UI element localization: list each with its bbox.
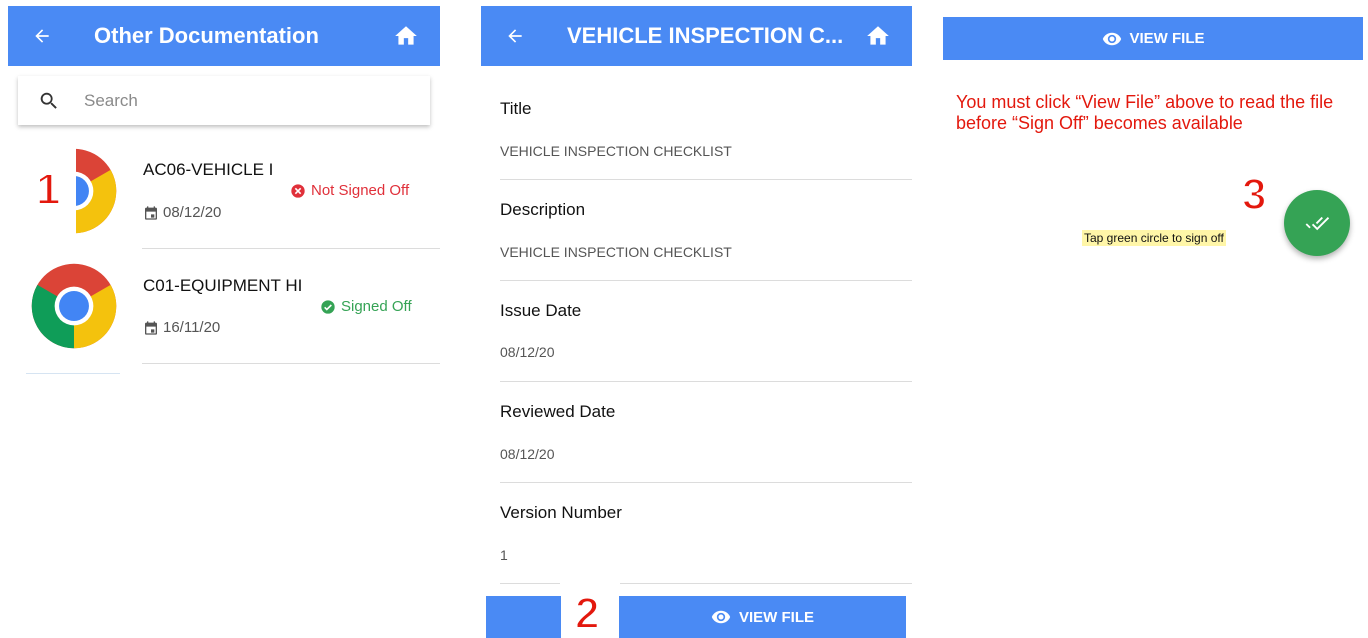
field-divider <box>500 280 912 281</box>
chrome-icon <box>31 263 117 349</box>
field-divider <box>500 482 912 483</box>
sign-off-hint: Tap green circle to sign off <box>1082 230 1226 246</box>
field-divider <box>500 381 912 382</box>
eye-icon <box>1102 32 1121 45</box>
home-button[interactable] <box>388 18 424 54</box>
sign-off-button[interactable] <box>1284 190 1350 256</box>
back-button[interactable] <box>24 18 60 54</box>
status-badge: Signed Off <box>320 298 412 315</box>
instruction-note: You must click “View File” above to read… <box>956 92 1344 133</box>
cancel-circle-icon <box>291 183 305 198</box>
field-value-reviewed-date: 08/12/20 <box>500 446 555 462</box>
document-date: 08/12/20 <box>143 204 221 221</box>
eye-icon <box>711 610 731 624</box>
row-divider-short <box>26 373 120 374</box>
back-button[interactable] <box>497 18 533 54</box>
document-date-text: 08/12/20 <box>163 204 222 221</box>
view-file-button[interactable]: VIEW FILE <box>619 596 906 638</box>
home-button[interactable] <box>860 18 896 54</box>
view-file-button[interactable]: VIEW FILE <box>943 17 1363 60</box>
field-value-issue-date: 08/12/20 <box>500 344 555 360</box>
view-file-label: VIEW FILE <box>739 608 814 626</box>
home-icon <box>395 26 417 45</box>
field-value-version-number: 1 <box>500 547 508 563</box>
field-value-description: VEHICLE INSPECTION CHECKLIST <box>500 244 732 260</box>
document-date: 16/11/20 <box>143 319 220 336</box>
field-label-version-number: Version Number <box>500 503 622 522</box>
step-number-2: 2 <box>574 589 601 638</box>
page-title: VEHICLE INSPECTION C... <box>567 23 844 48</box>
status-text: Signed Off <box>341 298 412 315</box>
document-name: C01-EQUIPMENT HI <box>143 276 303 295</box>
double-check-icon <box>1305 216 1330 231</box>
field-divider <box>500 179 912 180</box>
field-label-issue-date: Issue Date <box>500 301 582 320</box>
search-input[interactable] <box>82 89 386 112</box>
field-divider <box>500 583 560 584</box>
step-number-3: 3 <box>1241 170 1268 219</box>
home-icon <box>867 26 889 45</box>
view-file-button-left-part[interactable] <box>486 596 561 638</box>
panel1-app-bar: Other Documentation <box>8 6 440 66</box>
list-item[interactable]: C01-EQUIPMENT HI 16/11/20 Signed Off <box>20 256 440 364</box>
document-date-text: 16/11/20 <box>163 319 221 336</box>
view-file-label: VIEW FILE <box>1129 30 1205 47</box>
row-divider <box>142 248 440 249</box>
search-icon <box>40 92 57 109</box>
panel2-app-bar: VEHICLE INSPECTION C... <box>481 6 912 66</box>
field-divider <box>620 583 912 584</box>
status-text: Not Signed Off <box>311 182 410 199</box>
search-bar[interactable] <box>18 76 430 125</box>
calendar-icon <box>145 205 157 220</box>
field-label-title: Title <box>500 99 532 118</box>
field-label-description: Description <box>500 200 586 219</box>
row-divider <box>142 363 440 364</box>
field-value-title: VEHICLE INSPECTION CHECKLIST <box>500 143 732 159</box>
check-circle-icon <box>321 299 335 314</box>
status-badge: Not Signed Off <box>290 182 409 199</box>
arrow-left-icon <box>35 29 49 43</box>
page-title: Other Documentation <box>94 23 319 48</box>
step-number-1: 1 <box>35 165 62 214</box>
field-label-reviewed-date: Reviewed Date <box>500 402 616 421</box>
arrow-left-icon <box>508 29 522 43</box>
list-item[interactable]: 1 AC06-VEHICLE I 08/12/20 Not Signed Off <box>20 140 440 248</box>
document-name: AC06-VEHICLE I <box>143 160 274 179</box>
calendar-icon <box>145 320 157 335</box>
